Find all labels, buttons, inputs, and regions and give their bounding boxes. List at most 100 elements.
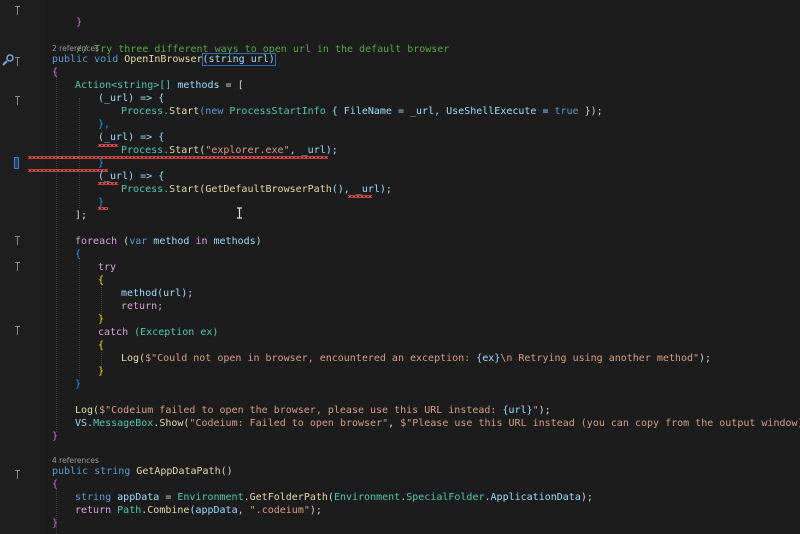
code-token: ); bbox=[309, 505, 322, 516]
code-line[interactable]: Log($"Codeium failed to open the browser… bbox=[75, 404, 551, 417]
code-token: ".codeium" bbox=[249, 505, 310, 516]
code-token: OpenInBrowser bbox=[124, 54, 203, 65]
code-token: GetFolderPath bbox=[249, 492, 328, 503]
collapse-marker[interactable] bbox=[15, 6, 25, 15]
code-line[interactable]: Process.Start(new ProcessStartInfo { Fil… bbox=[121, 105, 603, 118]
code-token: method bbox=[153, 236, 196, 247]
code-line[interactable]: } bbox=[98, 365, 104, 378]
code-line[interactable]: } bbox=[52, 3, 82, 28]
code-line[interactable]: { bbox=[98, 339, 104, 352]
code-token: VS. bbox=[75, 418, 94, 429]
code-token: Start bbox=[169, 184, 200, 195]
code-line[interactable]: method(url); bbox=[121, 287, 193, 300]
code-token: Show bbox=[159, 418, 184, 429]
code-token: } bbox=[98, 158, 105, 169]
code-token: (_url) => { bbox=[98, 132, 165, 143]
code-token: (_url) => { bbox=[98, 93, 165, 104]
code-line[interactable]: }, bbox=[98, 118, 110, 131]
code-line[interactable]: } bbox=[75, 378, 81, 391]
code-line[interactable]: Process.Start("explorer.exe", _url); bbox=[121, 144, 338, 157]
code-line[interactable]: public void OpenInBrowser(string url) bbox=[52, 53, 276, 66]
code-token: Combine bbox=[147, 505, 190, 516]
code-editor[interactable]: } // Try three different ways to open ur… bbox=[0, 0, 800, 534]
code-token: Process. bbox=[121, 106, 170, 117]
code-line[interactable]: foreach (var method in methods) bbox=[75, 235, 262, 248]
indent-guide bbox=[79, 258, 80, 380]
collapse-marker[interactable] bbox=[15, 236, 25, 245]
code-token: ProcessStartInfo bbox=[229, 106, 326, 117]
code-line[interactable]: ]; bbox=[75, 209, 87, 222]
code-line[interactable]: } bbox=[52, 517, 58, 530]
code-line[interactable]: (_url) => { bbox=[98, 170, 164, 183]
code-token: ); bbox=[580, 492, 593, 503]
code-token: var bbox=[129, 236, 154, 247]
code-line[interactable]: } bbox=[98, 196, 104, 209]
code-line[interactable]: { bbox=[52, 66, 58, 79]
code-token: catch bbox=[98, 327, 135, 338]
code-token: ); bbox=[699, 353, 712, 364]
code-token: true bbox=[554, 106, 579, 117]
code-token: SpecialFolder bbox=[406, 492, 485, 503]
code-token: Log( bbox=[75, 405, 100, 416]
change-indicator bbox=[14, 157, 19, 169]
code-token: Environment bbox=[177, 492, 244, 503]
code-line[interactable]: } bbox=[98, 313, 104, 326]
error-squiggle bbox=[98, 144, 118, 147]
code-line[interactable]: Process.Start(GetDefaultBrowserPath(), _… bbox=[121, 183, 392, 196]
indent-guide bbox=[79, 98, 80, 208]
collapse-marker[interactable] bbox=[15, 470, 25, 479]
code-token: (_url) => { bbox=[98, 171, 165, 182]
code-token: public string bbox=[52, 466, 137, 477]
code-token: = bbox=[159, 492, 178, 503]
code-line[interactable]: return Path.Combine(appData, ".codeium")… bbox=[75, 504, 322, 517]
error-squiggle bbox=[28, 169, 108, 172]
code-token: }); bbox=[578, 106, 603, 117]
text-cursor-icon bbox=[237, 207, 242, 219]
code-token: , _url); bbox=[289, 145, 338, 156]
code-line[interactable]: Action<string>[] methods = [ bbox=[75, 79, 244, 92]
code-line[interactable]: Log($"Could not open in browser, encount… bbox=[121, 352, 711, 365]
code-token: string bbox=[75, 492, 118, 503]
code-token: ApplicationData bbox=[490, 492, 581, 503]
code-line[interactable]: (_url) => { bbox=[98, 131, 164, 144]
code-line[interactable]: } bbox=[52, 430, 58, 443]
code-line[interactable]: { bbox=[98, 274, 104, 287]
code-token: public void bbox=[52, 54, 125, 65]
code-token: try bbox=[98, 262, 117, 273]
code-line[interactable]: public string GetAppDataPath() bbox=[52, 465, 233, 478]
code-line[interactable]: catch (Exception ex) bbox=[98, 326, 218, 339]
code-line[interactable]: (_url) => { bbox=[98, 92, 164, 105]
code-token: MessageBox bbox=[93, 418, 154, 429]
code-token: ); bbox=[538, 405, 551, 416]
code-token: } bbox=[75, 379, 82, 390]
code-line[interactable]: return; bbox=[121, 300, 163, 313]
code-token: } bbox=[52, 518, 59, 529]
code-line[interactable]: { bbox=[75, 248, 81, 261]
indent-guide bbox=[56, 72, 57, 432]
collapse-marker[interactable] bbox=[15, 262, 25, 271]
collapse-marker[interactable] bbox=[15, 326, 25, 335]
code-token: (string url) bbox=[201, 53, 276, 66]
code-token: return bbox=[75, 505, 118, 516]
code-line[interactable]: string appData = Environment.GetFolderPa… bbox=[75, 491, 593, 504]
code-token: (new bbox=[199, 106, 230, 117]
code-line[interactable]: } bbox=[98, 157, 104, 170]
code-token: () bbox=[220, 466, 233, 477]
collapse-marker[interactable] bbox=[15, 96, 25, 105]
code-token: (Exception ex) bbox=[134, 327, 219, 338]
code-line[interactable]: VS.MessageBox.Show("Codeium: Failed to o… bbox=[75, 417, 800, 430]
code-token: $"Could not open in browser, encountered… bbox=[145, 353, 477, 364]
code-token: } bbox=[52, 431, 59, 442]
code-token: { bbox=[98, 275, 105, 286]
code-token: {ex} bbox=[476, 353, 501, 364]
code-line[interactable]: // Try three different ways to open url … bbox=[52, 30, 449, 55]
code-token: GetDefaultBrowserPath bbox=[205, 184, 332, 195]
code-line[interactable]: { bbox=[52, 478, 58, 491]
code-token: method(url); bbox=[121, 288, 194, 299]
code-line[interactable]: try bbox=[98, 261, 116, 274]
code-token: \n Retrying using another method" bbox=[500, 353, 700, 364]
code-token: { bbox=[98, 340, 105, 351]
collapse-marker[interactable] bbox=[15, 57, 25, 66]
code-token: (appData, bbox=[189, 505, 250, 516]
paintbrush-icon[interactable] bbox=[1, 53, 15, 67]
